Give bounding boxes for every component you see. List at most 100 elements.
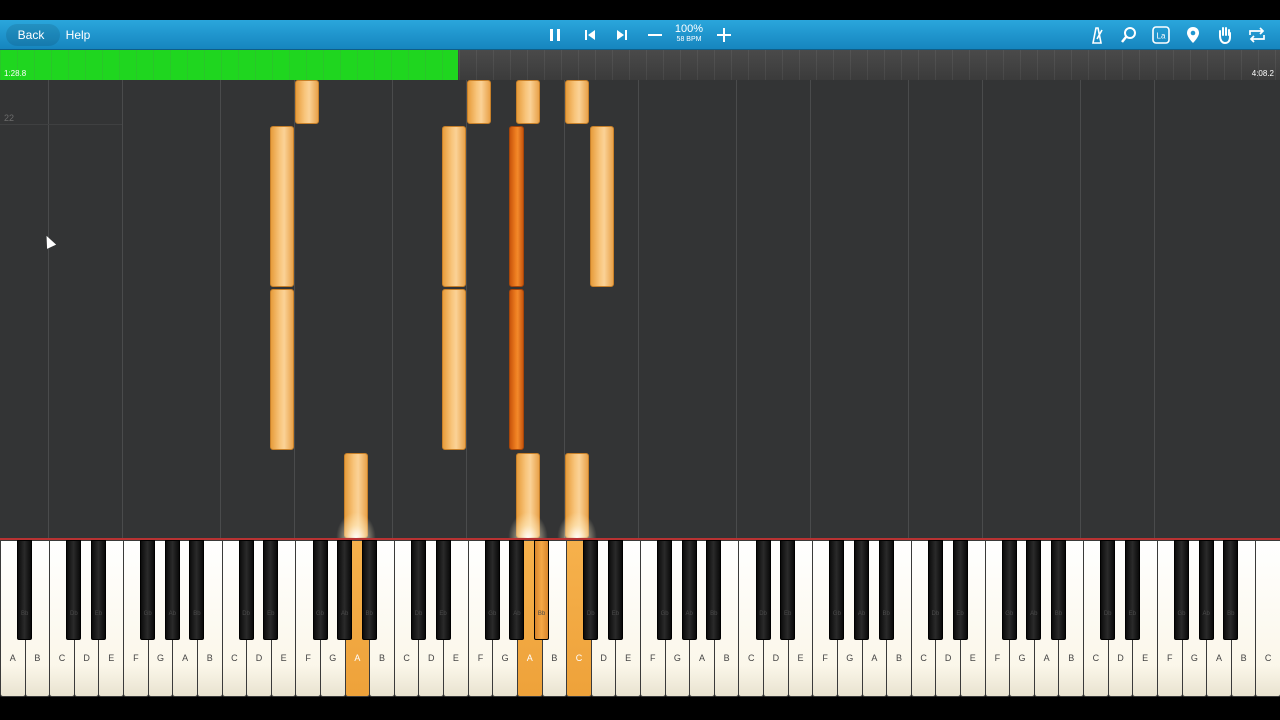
black-key[interactable]: Gb [1174,540,1190,640]
black-key[interactable]: Bb [361,540,377,640]
measure-line [1154,80,1155,538]
black-key[interactable]: Db [66,540,82,640]
black-key[interactable]: Db [238,540,254,640]
black-key[interactable]: Db [1100,540,1116,640]
black-key[interactable]: Bb [706,540,722,640]
song-progress-bar[interactable]: 1:28.8 4:08.2 [0,50,1280,80]
black-key-label: Gb [1005,611,1014,617]
black-key[interactable]: Eb [263,540,279,640]
black-key[interactable]: Eb [435,540,451,640]
white-key-label: B [379,653,386,663]
black-key[interactable]: Gb [657,540,673,640]
black-key[interactable]: Gb [829,540,845,640]
black-key[interactable]: Ab [1198,540,1214,640]
tempo-percent: 100% [674,23,704,35]
black-key[interactable]: Bb [1223,540,1239,640]
tempo-decrease-button[interactable] [645,25,665,45]
white-key-label: C [748,653,755,663]
skip-back-icon[interactable] [580,25,600,45]
white-key-label: C [920,653,927,663]
black-key-label: Ab [857,611,866,617]
loop-icon[interactable] [1247,25,1267,45]
black-key[interactable]: Eb [952,540,968,640]
black-key[interactable]: Gb [312,540,328,640]
black-key[interactable]: Bb [189,540,205,640]
black-key[interactable]: Bb [1050,540,1066,640]
white-key-label: F [477,653,484,663]
pause-icon[interactable] [545,25,565,45]
black-key-label: Gb [315,611,324,617]
black-key[interactable]: Eb [90,540,106,640]
black-key[interactable]: Ab [1026,540,1042,640]
black-key[interactable]: Db [927,540,943,640]
label-icon-text: La [1157,32,1166,41]
measure-line [638,80,639,538]
black-key-label: Db [1103,611,1112,617]
white-key-label: F [133,653,139,663]
measure-number: 22 [4,113,15,123]
falling-note [442,126,466,287]
measure-line [466,80,467,538]
black-key-label: Db [931,611,940,617]
black-key[interactable]: Eb [607,540,623,640]
white-key-label: A [354,653,361,663]
white-key-label: G [156,653,164,663]
black-key[interactable]: Ab [681,540,697,640]
total-time: 4:08.2 [1251,69,1274,78]
zoom-icon[interactable] [1119,25,1139,45]
white-key-label: B [206,653,213,663]
marker-icon[interactable] [1183,25,1203,45]
black-key-label: Eb [784,611,792,617]
black-key[interactable]: Ab [337,540,353,640]
piano-roll: 22 [0,80,1280,538]
measure-line [982,80,983,538]
back-button[interactable]: Back [6,24,60,46]
black-key[interactable]: Gb [484,540,500,640]
black-key[interactable]: Gb [140,540,156,640]
metronome-icon[interactable] [1087,25,1107,45]
hand-icon[interactable] [1215,25,1235,45]
black-key[interactable]: Gb [1001,540,1017,640]
white-key[interactable]: C [1255,540,1280,697]
white-key-label: E [625,653,632,663]
white-key-label: D [772,653,780,663]
black-key[interactable]: Bb [534,540,550,640]
falling-note [270,126,294,287]
black-key[interactable]: Eb [780,540,796,640]
white-key-label: E [1142,653,1149,663]
black-key-label: Gb [660,611,669,617]
back-button-label: Back [17,28,45,42]
black-key-label: Eb [611,611,620,617]
white-key-label: C [1264,653,1272,663]
measure-line [294,80,295,538]
white-key-label: A [526,653,533,663]
white-key-label: G [846,653,854,663]
key-hit-glow [336,512,376,538]
white-key-label: F [994,653,1001,663]
black-key[interactable]: Bb [878,540,894,640]
black-key[interactable]: Eb [1124,540,1140,640]
label-icon[interactable]: La [1151,25,1171,45]
black-key[interactable]: Ab [509,540,525,640]
black-key-label: Ab [168,611,176,617]
black-key[interactable]: Db [755,540,771,640]
black-key[interactable]: Db [410,540,426,640]
white-key-label: A [9,653,16,663]
black-key[interactable]: Ab [164,540,180,640]
white-key-label: A [699,653,706,663]
falling-note [467,80,491,124]
white-key-label: G [501,653,509,663]
white-key-label: E [969,653,976,663]
black-key[interactable]: Db [583,540,599,640]
black-key-label: Ab [685,611,693,617]
black-key[interactable]: Ab [854,540,870,640]
falling-note [270,289,294,450]
help-button[interactable]: Help [60,24,96,46]
skip-forward-icon[interactable] [612,25,632,45]
black-key-label: Gb [832,611,841,617]
measure-line [392,80,393,538]
key-hit-glow [557,512,597,538]
white-key-label: B [551,653,558,663]
black-key[interactable]: Bb [17,540,33,640]
tempo-increase-button[interactable] [714,25,734,45]
